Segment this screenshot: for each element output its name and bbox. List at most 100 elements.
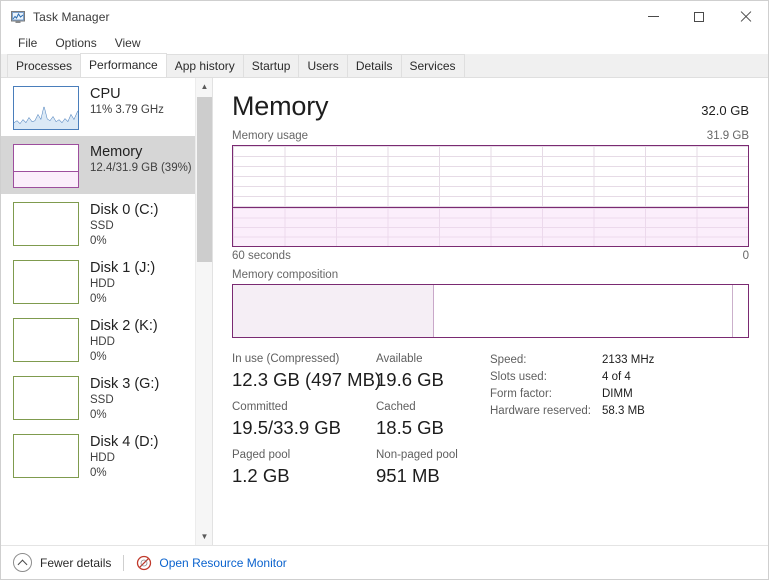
stat-in-use: In use (Compressed) 12.3 GB (497 MB) <box>232 351 382 392</box>
sidebar-item-cpu-text: CPU 11% 3.79 GHz <box>90 84 164 118</box>
stat-row-pools: Paged pool 1.2 GB Non-paged pool 951 MB <box>232 447 484 488</box>
tab-strip: Processes Performance App history Startu… <box>1 53 768 78</box>
sidebar-scrollbar[interactable]: ▲ ▼ <box>195 78 212 545</box>
usage-graph-max: 31.9 GB <box>706 130 749 142</box>
stat-cached-label: Cached <box>376 401 416 413</box>
scroll-down-icon[interactable]: ▼ <box>196 528 212 545</box>
fill-grid-horizontal <box>233 208 748 246</box>
stat-paged-pool-label: Paged pool <box>232 449 291 461</box>
stat-committed-value: 19.5/33.9 GB <box>232 417 342 438</box>
detail-row-hardware-reserved: Hardware reserved: 58.3 MB <box>490 403 654 420</box>
sidebar-item-memory-text: Memory 12.4/31.9 GB (39%) <box>90 142 192 176</box>
axis-label-left: 60 seconds <box>232 250 291 262</box>
tab-app-history[interactable]: App history <box>165 54 244 77</box>
stat-in-use-value: 12.3 GB (497 MB) <box>232 369 382 390</box>
resource-monitor-icon <box>136 555 152 571</box>
axis-label-right: 0 <box>742 250 749 262</box>
task-manager-icon <box>10 9 26 25</box>
sidebar-item-disk-2[interactable]: Disk 2 (K:) HDD 0% <box>1 310 195 368</box>
detail-row-speed: Speed: 2133 MHz <box>490 352 654 369</box>
open-resource-monitor-label: Open Resource Monitor <box>159 555 287 570</box>
sidebar-item-disk-0-line1: SSD <box>90 220 114 232</box>
content-area: CPU 11% 3.79 GHz Memory 12.4/31.9 GB (39… <box>1 78 768 545</box>
resource-sidebar: CPU 11% 3.79 GHz Memory 12.4/31.9 GB (39… <box>1 78 213 545</box>
stat-paged-pool: Paged pool 1.2 GB <box>232 447 376 488</box>
page-title: Memory <box>232 91 329 121</box>
sidebar-item-memory-title: Memory <box>90 144 143 160</box>
sidebar-item-disk-4-line1: HDD <box>90 452 115 464</box>
composition-segment-free <box>732 285 748 337</box>
stat-cached-value: 18.5 GB <box>376 417 444 438</box>
sidebar-item-disk-1-text: Disk 1 (J:) HDD 0% <box>90 258 155 307</box>
sidebar-item-disk-2-text: Disk 2 (K:) HDD 0% <box>90 316 158 365</box>
tab-services[interactable]: Services <box>400 54 465 77</box>
task-manager-window: Task Manager File Options View Processes… <box>0 0 769 580</box>
memory-panel: Memory 32.0 GB Memory usage 31.9 GB 60 s… <box>213 78 768 545</box>
total-memory-label: 32.0 GB <box>701 103 749 118</box>
stat-available-value: 19.6 GB <box>376 369 444 390</box>
sidebar-item-disk-0-text: Disk 0 (C:) SSD 0% <box>90 200 158 249</box>
sidebar-item-disk-2-line2: 0% <box>90 351 107 363</box>
stat-paged-pool-value: 1.2 GB <box>232 465 290 486</box>
resource-list: CPU 11% 3.79 GHz Memory 12.4/31.9 GB (39… <box>1 78 195 484</box>
usage-graph-label: Memory usage <box>232 130 309 142</box>
detail-speed-label: Speed: <box>490 354 527 366</box>
sidebar-item-disk-4[interactable]: Disk 4 (D:) HDD 0% <box>1 426 195 484</box>
sidebar-item-disk-3-line2: 0% <box>90 409 107 421</box>
statistics-primary: In use (Compressed) 12.3 GB (497 MB) Ava… <box>232 351 484 495</box>
maximize-icon <box>694 11 704 22</box>
sidebar-item-cpu-title: CPU <box>90 86 121 102</box>
maximize-button[interactable] <box>676 1 722 32</box>
usage-graph-caption: Memory usage 31.9 GB <box>232 130 749 142</box>
open-resource-monitor-link[interactable]: Open Resource Monitor <box>136 555 287 571</box>
detail-row-form-factor: Form factor: DIMM <box>490 386 654 403</box>
window-title: Task Manager <box>33 9 110 24</box>
sidebar-item-disk-2-title: Disk 2 (K:) <box>90 318 158 334</box>
panel-header: Memory 32.0 GB <box>232 90 749 122</box>
tab-performance[interactable]: Performance <box>80 53 167 77</box>
close-button[interactable] <box>722 1 768 32</box>
sidebar-item-disk-3[interactable]: Disk 3 (G:) SSD 0% <box>1 368 195 426</box>
sidebar-item-disk-0[interactable]: Disk 0 (C:) SSD 0% <box>1 194 195 252</box>
disk-2-thumbnail-graph <box>13 318 79 362</box>
menu-item-view[interactable]: View <box>106 34 150 52</box>
memory-composition-bar <box>232 284 749 338</box>
sidebar-item-disk-3-title: Disk 3 (G:) <box>90 376 160 392</box>
sidebar-item-disk-1-title: Disk 1 (J:) <box>90 260 156 276</box>
memory-thumbnail-graph <box>13 144 79 188</box>
disk-3-thumbnail-graph <box>13 376 79 420</box>
menu-bar: File Options View <box>1 32 768 54</box>
sidebar-item-disk-3-text: Disk 3 (G:) SSD 0% <box>90 374 159 423</box>
sidebar-item-disk-1[interactable]: Disk 1 (J:) HDD 0% <box>1 252 195 310</box>
minimize-icon <box>647 16 659 17</box>
tab-processes[interactable]: Processes <box>7 54 82 77</box>
tab-startup[interactable]: Startup <box>242 54 300 77</box>
menu-item-options[interactable]: Options <box>46 34 105 52</box>
sidebar-item-disk-4-title: Disk 4 (D:) <box>90 434 159 450</box>
menu-item-file[interactable]: File <box>9 34 46 52</box>
detail-hardware-reserved-label: Hardware reserved: <box>490 405 591 417</box>
minimize-button[interactable] <box>630 1 676 32</box>
stat-committed: Committed 19.5/33.9 GB <box>232 399 376 440</box>
stat-non-paged-pool-label: Non-paged pool <box>376 449 458 461</box>
stat-available: Available 19.6 GB <box>376 351 444 392</box>
tab-details[interactable]: Details <box>346 54 402 77</box>
scrollbar-thumb[interactable] <box>197 97 212 262</box>
scroll-up-icon[interactable]: ▲ <box>196 78 212 95</box>
detail-speed-value: 2133 MHz <box>602 354 655 366</box>
title-bar: Task Manager <box>1 1 768 32</box>
disk-1-thumbnail-graph <box>13 260 79 304</box>
disk-4-thumbnail-graph <box>13 434 79 478</box>
tab-users[interactable]: Users <box>298 54 348 77</box>
stat-cached: Cached 18.5 GB <box>376 399 444 440</box>
composition-label: Memory composition <box>232 269 339 281</box>
sidebar-item-memory[interactable]: Memory 12.4/31.9 GB (39%) <box>1 136 195 194</box>
stat-row-in-use: In use (Compressed) 12.3 GB (497 MB) Ava… <box>232 351 484 392</box>
sidebar-item-cpu[interactable]: CPU 11% 3.79 GHz <box>1 78 195 136</box>
stat-available-label: Available <box>376 353 423 365</box>
memory-statistics: In use (Compressed) 12.3 GB (497 MB) Ava… <box>232 351 749 495</box>
statistics-details: Speed: 2133 MHz Slots used: 4 of 4 Form … <box>484 351 654 495</box>
sidebar-item-disk-0-line2: 0% <box>90 235 107 247</box>
sidebar-item-memory-line1: 12.4/31.9 GB (39%) <box>90 162 192 174</box>
fewer-details-button[interactable]: Fewer details <box>13 553 111 572</box>
